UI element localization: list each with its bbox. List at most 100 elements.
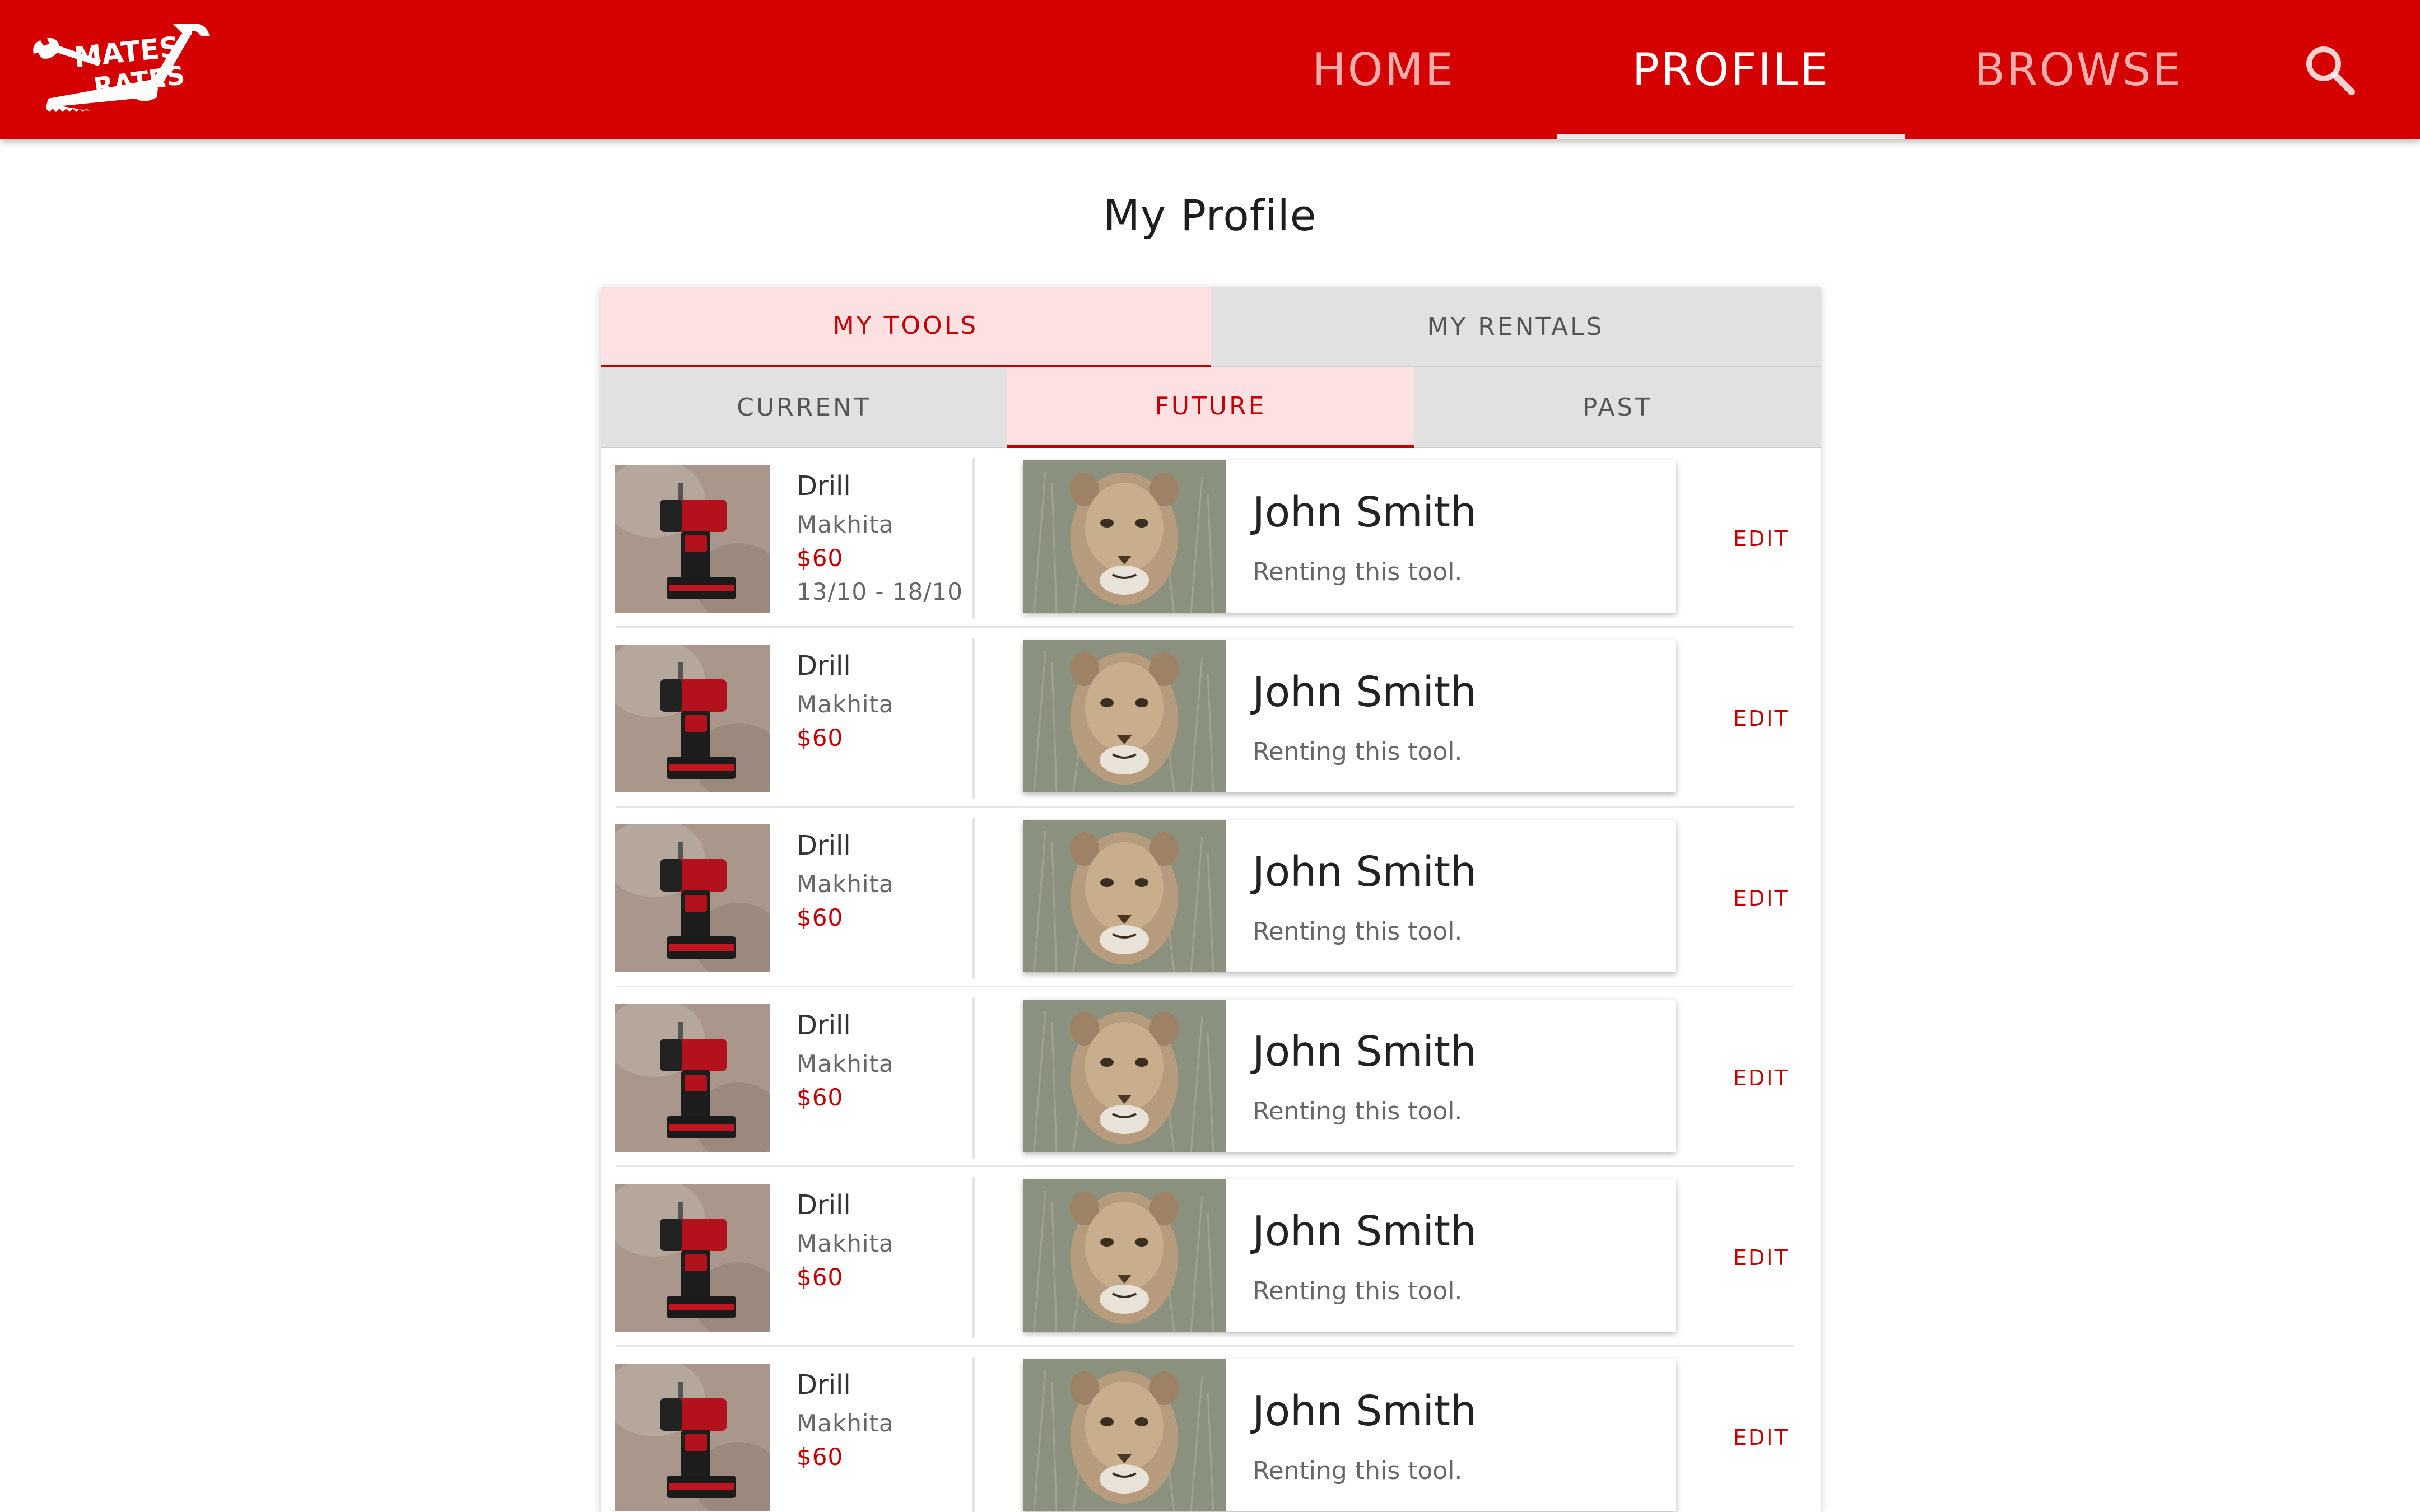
- tool-name: Drill: [797, 1010, 851, 1041]
- renter-name: John Smith: [1253, 668, 1477, 716]
- renter-avatar: [1023, 640, 1226, 792]
- drill-image: [615, 465, 770, 613]
- renter-name: John Smith: [1253, 848, 1477, 896]
- tool-name: Drill: [797, 1369, 851, 1401]
- nav-tab-profile[interactable]: PROFILE: [1557, 0, 1905, 139]
- tool-price: $60: [797, 544, 844, 572]
- tool-name: Drill: [797, 830, 851, 861]
- row-divider: [972, 638, 975, 799]
- tool-thumbnail[interactable]: [615, 824, 770, 972]
- tool-brand: Makhita: [797, 1410, 894, 1437]
- nav-tab-browse[interactable]: BROWSE: [1905, 0, 2252, 139]
- tab-current[interactable]: CURRENT: [601, 367, 1007, 448]
- tool-name: Drill: [797, 1189, 851, 1221]
- drill-image: [615, 1364, 770, 1511]
- renter-card[interactable]: John Smith Renting this tool.: [1023, 820, 1676, 972]
- tool-thumbnail[interactable]: [615, 1004, 770, 1152]
- edit-button[interactable]: EDIT: [1733, 1066, 1789, 1090]
- tool-price: $60: [797, 1263, 844, 1291]
- lion-photo: [1023, 460, 1226, 613]
- edit-button[interactable]: EDIT: [1733, 886, 1789, 911]
- tool-brand: Makhita: [797, 1230, 894, 1257]
- tab-my-tools-label: MY TOOLS: [832, 311, 979, 340]
- tool-thumbnail[interactable]: [615, 1184, 770, 1332]
- app-bar: MATES RATES HOME PROFILE BROWSE: [0, 0, 2420, 139]
- rental-row: Drill Makhita $60 John Smith Renting thi…: [601, 628, 1821, 808]
- renter-name: John Smith: [1253, 1028, 1477, 1076]
- lion-photo: [1023, 820, 1226, 972]
- tab-past-label: PAST: [1582, 393, 1653, 422]
- rental-dates: 13/10 - 18/10: [797, 578, 963, 605]
- nav-tab-home[interactable]: HOME: [1210, 0, 1557, 139]
- tab-my-tools[interactable]: MY TOOLS: [601, 287, 1211, 367]
- mates-rates-logo[interactable]: MATES RATES: [29, 19, 220, 114]
- search-icon: [2306, 46, 2355, 95]
- renter-name: John Smith: [1253, 1387, 1477, 1435]
- renter-status: Renting this tool.: [1253, 1277, 1463, 1305]
- tool-brand: Makhita: [797, 511, 894, 538]
- row-divider: [972, 1357, 975, 1512]
- tool-price: $60: [797, 904, 844, 931]
- renter-avatar: [1023, 1000, 1226, 1152]
- nav-tab-profile-label: PROFILE: [1632, 43, 1830, 96]
- tab-past[interactable]: PAST: [1414, 367, 1821, 448]
- tool-thumbnail[interactable]: [615, 1364, 770, 1511]
- tab-future[interactable]: FUTURE: [1007, 367, 1414, 448]
- tool-brand: Makhita: [797, 870, 894, 898]
- page-title: My Profile: [1103, 190, 1317, 240]
- rental-row: Drill Makhita $60 John Smith Renting thi…: [601, 987, 1821, 1167]
- renter-avatar: [1023, 1179, 1226, 1332]
- rental-row: Drill Makhita $60 13/10 - 18/10 John Smi…: [601, 448, 1821, 628]
- renter-status: Renting this tool.: [1253, 738, 1463, 766]
- renter-card[interactable]: John Smith Renting this tool.: [1023, 460, 1676, 613]
- edit-button[interactable]: EDIT: [1733, 1245, 1789, 1270]
- tab-current-label: CURRENT: [737, 393, 871, 422]
- renter-name: John Smith: [1253, 488, 1477, 536]
- drill-image: [615, 645, 770, 792]
- edit-button[interactable]: EDIT: [1733, 526, 1789, 551]
- tool-brand: Makhita: [797, 1050, 894, 1077]
- renter-avatar: [1023, 1359, 1226, 1511]
- lion-photo: [1023, 640, 1226, 792]
- lion-photo: [1023, 1000, 1226, 1152]
- renter-card[interactable]: John Smith Renting this tool.: [1023, 1179, 1676, 1332]
- tool-brand: Makhita: [797, 690, 894, 718]
- rental-list: Drill Makhita $60 13/10 - 18/10 John Smi…: [601, 448, 1821, 1512]
- profile-card: MY TOOLS MY RENTALS CURRENT FUTURE PAST …: [601, 287, 1821, 1512]
- drill-image: [615, 1184, 770, 1332]
- edit-button[interactable]: EDIT: [1733, 706, 1789, 731]
- drill-image: [615, 824, 770, 972]
- renter-status: Renting this tool.: [1253, 558, 1463, 586]
- lion-photo: [1023, 1179, 1226, 1332]
- row-divider: [972, 458, 975, 619]
- tool-price: $60: [797, 724, 844, 752]
- rental-row: Drill Makhita $60 John Smith Renting thi…: [601, 808, 1821, 987]
- renter-card[interactable]: John Smith Renting this tool.: [1023, 1000, 1676, 1152]
- tab-my-rentals-label: MY RENTALS: [1427, 312, 1604, 341]
- tool-name: Drill: [797, 650, 851, 682]
- tool-price: $60: [797, 1443, 844, 1471]
- renter-avatar: [1023, 460, 1226, 613]
- renter-status: Renting this tool.: [1253, 1457, 1463, 1485]
- tool-thumbnail[interactable]: [615, 465, 770, 613]
- row-divider: [972, 997, 975, 1159]
- nav-tab-home-label: HOME: [1312, 43, 1455, 96]
- edit-button[interactable]: EDIT: [1733, 1425, 1789, 1450]
- period-tabs: CURRENT FUTURE PAST: [601, 367, 1821, 448]
- renter-name: John Smith: [1253, 1207, 1477, 1256]
- tab-my-rentals[interactable]: MY RENTALS: [1211, 287, 1821, 367]
- tool-name: Drill: [797, 470, 851, 502]
- rental-row: Drill Makhita $60 John Smith Renting thi…: [601, 1167, 1821, 1347]
- renter-card[interactable]: John Smith Renting this tool.: [1023, 640, 1676, 792]
- tool-thumbnail[interactable]: [615, 645, 770, 792]
- row-divider: [972, 818, 975, 979]
- rental-row: Drill Makhita $60 John Smith Renting thi…: [601, 1347, 1821, 1512]
- search-button[interactable]: [2302, 43, 2358, 99]
- renter-card[interactable]: John Smith Renting this tool.: [1023, 1359, 1676, 1511]
- profile-tabs: MY TOOLS MY RENTALS: [601, 287, 1821, 367]
- tab-future-label: FUTURE: [1155, 392, 1267, 421]
- renter-avatar: [1023, 820, 1226, 972]
- row-divider: [972, 1177, 975, 1338]
- drill-image: [615, 1004, 770, 1152]
- renter-status: Renting this tool.: [1253, 1097, 1463, 1126]
